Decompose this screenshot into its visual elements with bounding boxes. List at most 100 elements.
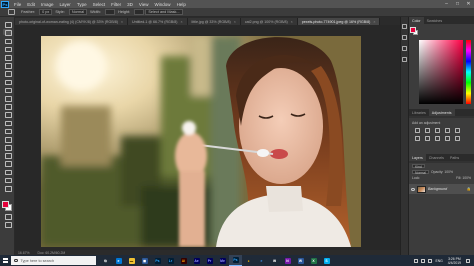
- premiere-icon[interactable]: Pr: [203, 255, 216, 266]
- menu-view[interactable]: View: [136, 2, 152, 7]
- tab-close-icon[interactable]: ×: [234, 20, 236, 24]
- style-select[interactable]: Normal: [68, 9, 88, 15]
- color-balance-icon[interactable]: [425, 136, 430, 141]
- language-indicator[interactable]: ENG: [435, 259, 442, 263]
- panel-foreground-swatch[interactable]: [410, 27, 416, 33]
- tab-document-1[interactable]: photo-original-of-woman-eating (4) (CMYK…: [15, 18, 129, 25]
- path-select-tool-icon[interactable]: [3, 152, 12, 159]
- more-tools-icon[interactable]: [3, 185, 12, 192]
- channel-mixer-icon[interactable]: [455, 136, 460, 141]
- brush-panel-icon[interactable]: [402, 46, 407, 51]
- gradient-tool-icon[interactable]: [3, 111, 12, 118]
- menu-help[interactable]: Help: [174, 2, 189, 7]
- fill-control[interactable]: Fill: 100%: [456, 176, 471, 180]
- tab-channels[interactable]: Channels: [426, 154, 447, 161]
- feather-input[interactable]: 0 px: [39, 9, 53, 15]
- properties-panel-icon[interactable]: [402, 35, 407, 40]
- tab-libraries[interactable]: Libraries: [409, 109, 429, 116]
- quick-select-tool-icon[interactable]: [3, 46, 12, 53]
- maximize-button[interactable]: □: [452, 1, 463, 7]
- store-icon[interactable]: ◼: [138, 255, 151, 266]
- tray-chevron-icon[interactable]: [413, 258, 418, 263]
- marquee-tool-button-icon[interactable]: [3, 29, 12, 36]
- clone-stamp-tool-icon[interactable]: [3, 87, 12, 93]
- tab-adjustments[interactable]: Adjustments: [428, 109, 455, 116]
- hue-slider[interactable]: [466, 40, 471, 104]
- pen-tool-icon[interactable]: [3, 136, 12, 143]
- menu-edit[interactable]: Edit: [24, 2, 38, 7]
- layer-kind-filter[interactable]: Kind: [412, 163, 425, 169]
- after-effects-icon[interactable]: Ae: [190, 255, 203, 266]
- healing-brush-tool-icon[interactable]: [3, 70, 12, 77]
- menu-type[interactable]: Type: [74, 2, 90, 7]
- photo-filter-icon[interactable]: [445, 136, 450, 141]
- tab-document-2[interactable]: Untitled-1 @ 66.7% (RGB/8) ×: [128, 18, 188, 25]
- mail-icon[interactable]: ✉: [268, 255, 281, 266]
- levels-icon[interactable]: [425, 128, 430, 133]
- taskbar-search[interactable]: Type here to search: [11, 256, 96, 265]
- character-panel-icon[interactable]: [402, 57, 407, 62]
- foreground-color-swatch[interactable]: [2, 200, 9, 208]
- tab-document-active[interactable]: pexels-photo-774901.jpeg @ 16% (RGB/8) ×: [297, 18, 381, 25]
- curves-icon[interactable]: [435, 128, 440, 133]
- move-tool-icon[interactable]: [3, 21, 12, 28]
- tab-layers[interactable]: Layers: [409, 154, 426, 161]
- zoom-tool-icon[interactable]: [3, 177, 12, 184]
- tab-document-4[interactable]: cat2.png @ 100% (RGB/8) ×: [240, 18, 298, 25]
- opacity-control[interactable]: Opacity: 100%: [431, 170, 453, 174]
- exposure-icon[interactable]: [445, 128, 450, 133]
- menu-select[interactable]: Select: [90, 2, 109, 7]
- visibility-eye-icon[interactable]: [411, 187, 415, 191]
- tab-close-icon[interactable]: ×: [180, 20, 182, 24]
- dodge-tool-icon[interactable]: [3, 128, 12, 134]
- shape-tool-icon[interactable]: [3, 160, 12, 167]
- start-button[interactable]: [0, 255, 10, 266]
- hue-saturation-icon[interactable]: [415, 136, 420, 141]
- lightroom-icon[interactable]: Lr: [164, 255, 177, 266]
- media-encoder-icon[interactable]: Me: [216, 255, 229, 266]
- brush-tool-icon[interactable]: [3, 79, 12, 85]
- tab-close-icon[interactable]: ×: [291, 20, 293, 24]
- hand-tool-icon[interactable]: [3, 169, 12, 175]
- close-button[interactable]: ✕: [463, 1, 474, 7]
- photoshop-active-icon[interactable]: Ps: [229, 255, 242, 266]
- type-tool-icon[interactable]: [3, 144, 12, 151]
- clock[interactable]: 3:26 PM 4/4/2019: [448, 257, 461, 265]
- color-picker-field[interactable]: [419, 40, 463, 104]
- panel-color-swatches[interactable]: [410, 27, 418, 35]
- select-and-mask-button[interactable]: Select and Mask...: [145, 9, 183, 15]
- menu-layer[interactable]: Layer: [57, 2, 74, 7]
- minimize-button[interactable]: –: [441, 1, 452, 7]
- vibrance-icon[interactable]: [455, 128, 460, 133]
- color-swatches[interactable]: [1, 200, 13, 212]
- tab-swatches[interactable]: Swatches: [424, 17, 446, 24]
- edge-alt-icon[interactable]: e: [255, 255, 268, 266]
- menu-filter[interactable]: Filter: [108, 2, 124, 7]
- black-white-icon[interactable]: [435, 136, 440, 141]
- chrome-icon[interactable]: ●: [242, 255, 255, 266]
- edge-icon[interactable]: e: [112, 255, 125, 266]
- skype-icon[interactable]: S: [320, 255, 333, 266]
- tab-document-3[interactable]: little.jpg @ 33% (RGB/8) ×: [187, 18, 241, 25]
- tab-close-icon[interactable]: ×: [121, 20, 123, 24]
- menu-window[interactable]: Window: [152, 2, 174, 7]
- width-input[interactable]: [104, 9, 116, 15]
- marquee-tool-icon[interactable]: [8, 9, 15, 15]
- word-icon[interactable]: W: [294, 255, 307, 266]
- layer-row-background[interactable]: Background 🔒: [409, 184, 474, 194]
- lasso-tool-icon[interactable]: [3, 38, 12, 44]
- tab-paths[interactable]: Paths: [447, 154, 462, 161]
- zoom-level[interactable]: 16.67%: [18, 251, 30, 255]
- volume-icon[interactable]: [427, 258, 432, 263]
- history-panel-icon[interactable]: [402, 24, 407, 29]
- network-icon[interactable]: [420, 258, 425, 263]
- brightness-contrast-icon[interactable]: [415, 128, 420, 133]
- canvas-area[interactable]: [15, 25, 400, 255]
- excel-icon[interactable]: X: [307, 255, 320, 266]
- file-explorer-icon[interactable]: ▬: [125, 255, 138, 266]
- tab-close-icon[interactable]: ×: [373, 20, 375, 24]
- screen-mode-icon[interactable]: [3, 221, 12, 228]
- document-image[interactable]: [41, 36, 361, 247]
- notifications-icon[interactable]: [465, 258, 470, 263]
- eyedropper-tool-icon[interactable]: [3, 62, 12, 69]
